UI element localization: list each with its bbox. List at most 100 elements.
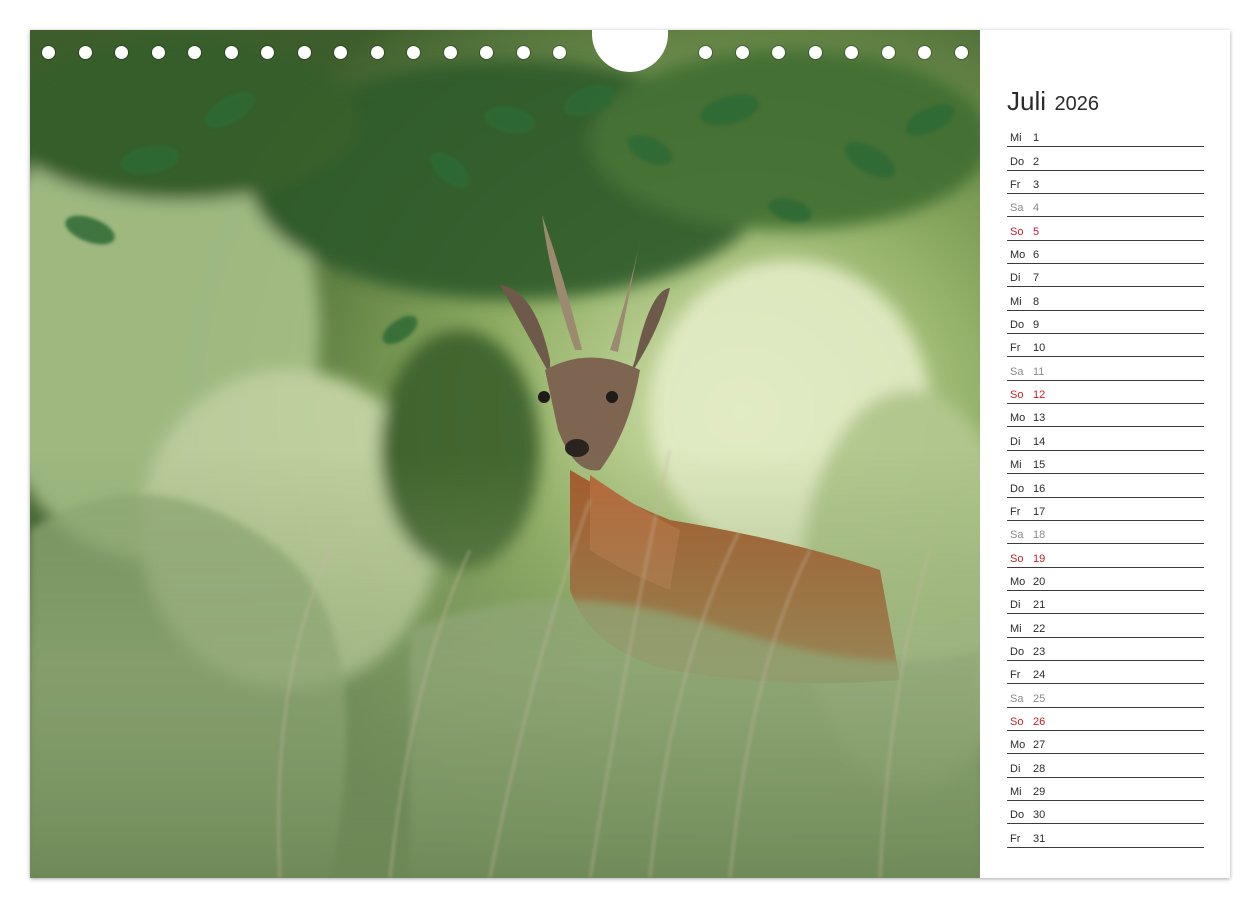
weekday-label: So xyxy=(1010,552,1024,565)
day-row: So 12 xyxy=(1007,381,1204,405)
day-number: 24 xyxy=(1033,669,1046,682)
day-row: Di 7 xyxy=(1007,264,1204,288)
binding-hole xyxy=(881,46,895,59)
binding-hole xyxy=(370,46,384,59)
calendar-panel: Juli 2026 Mi 1 Do 2 Fr 3 Sa 4 So 5 Mo 6 Di 7 Mi 8 Do 9 Fr 1… xyxy=(980,30,1230,878)
binding-hole xyxy=(115,46,128,59)
weekday-label: So xyxy=(1010,389,1024,402)
day-number: 6 xyxy=(1033,249,1040,262)
day-row: Fr 31 xyxy=(1007,824,1204,848)
weekday-label: Do xyxy=(1010,482,1025,495)
day-row: Mo 13 xyxy=(1007,404,1204,428)
day-number: 10 xyxy=(1033,342,1046,355)
day-row: Do 2 xyxy=(1007,147,1204,171)
weekday-label: Di xyxy=(1010,599,1021,612)
binding-hole xyxy=(735,46,749,59)
weekday-label: Sa xyxy=(1010,365,1024,378)
day-number: 26 xyxy=(1033,715,1046,728)
day-row: Mo 27 xyxy=(1007,731,1204,755)
day-row: So 19 xyxy=(1007,544,1204,568)
day-number: 25 xyxy=(1033,692,1046,705)
weekday-label: Mo xyxy=(1010,575,1026,588)
weekday-label: Mo xyxy=(1010,739,1026,752)
weekday-label: Di xyxy=(1010,272,1021,285)
binding-hole xyxy=(78,46,92,59)
day-number: 21 xyxy=(1033,599,1046,612)
day-number: 12 xyxy=(1033,389,1046,402)
day-number: 30 xyxy=(1033,809,1046,822)
day-row: Mi 29 xyxy=(1007,778,1204,801)
day-row: Fr 3 xyxy=(1007,171,1204,195)
day-row: Fr 10 xyxy=(1007,334,1204,358)
weekday-label: Di xyxy=(1010,435,1021,448)
day-row: Mi 1 xyxy=(1007,124,1204,148)
day-number: 2 xyxy=(1033,155,1040,168)
month-name: Juli xyxy=(1007,86,1047,116)
day-number: 13 xyxy=(1033,412,1046,425)
day-number: 5 xyxy=(1033,225,1040,238)
weekday-label: Do xyxy=(1010,155,1025,168)
binding-hole xyxy=(772,46,785,59)
day-row: So 5 xyxy=(1007,217,1204,241)
weekday-label: Mi xyxy=(1010,459,1022,472)
binding-hole xyxy=(334,46,347,59)
day-number: 22 xyxy=(1033,622,1046,635)
day-row: Di 21 xyxy=(1007,591,1204,615)
day-row: Mo 6 xyxy=(1007,241,1204,265)
binding-hole xyxy=(297,46,311,59)
day-row: Di 14 xyxy=(1007,427,1204,451)
weekday-label: Do xyxy=(1010,809,1025,822)
day-list: Mi 1 Do 2 Fr 3 Sa 4 So 5 Mo 6 Di 7 Mi 8 Do 9 Fr 10 Sa 11 So 12 M… xyxy=(1007,124,1204,848)
binding-hole xyxy=(261,46,274,59)
day-number: 4 xyxy=(1033,202,1040,215)
weekday-label: Sa xyxy=(1010,692,1024,705)
weekday-label: Mo xyxy=(1010,412,1026,425)
binding-hole xyxy=(845,46,858,59)
weekday-label: Mi xyxy=(1010,132,1022,145)
day-number: 9 xyxy=(1033,319,1040,332)
binding-hole xyxy=(699,46,712,59)
binding-hole xyxy=(808,46,822,59)
weekday-label: Fr xyxy=(1010,832,1021,845)
day-number: 29 xyxy=(1033,785,1046,798)
calendar-page: Juli 2026 Mi 1 Do 2 Fr 3 Sa 4 So 5 Mo 6 Di 7 Mi 8 Do 9 Fr 1… xyxy=(30,30,1230,878)
day-row: Sa 11 xyxy=(1007,357,1204,381)
weekday-label: Mo xyxy=(1010,249,1026,262)
day-row: Mi 15 xyxy=(1007,451,1204,475)
binding-hole xyxy=(188,46,201,59)
weekday-label: Di xyxy=(1010,762,1021,775)
day-number: 17 xyxy=(1033,505,1046,518)
day-number: 20 xyxy=(1033,575,1046,588)
day-row: Sa 25 xyxy=(1007,684,1204,708)
photo-roe-deer xyxy=(30,30,980,878)
day-number: 8 xyxy=(1033,295,1040,308)
day-row: Di 28 xyxy=(1007,754,1204,778)
binding-hole xyxy=(151,46,165,59)
day-row: Do 30 xyxy=(1007,801,1204,825)
weekday-label: Do xyxy=(1010,319,1025,332)
day-number: 19 xyxy=(1033,552,1046,565)
day-number: 27 xyxy=(1033,739,1046,752)
day-row: Sa 18 xyxy=(1007,521,1204,545)
day-number: 16 xyxy=(1033,482,1046,495)
day-number: 28 xyxy=(1033,762,1046,775)
year: 2026 xyxy=(1054,93,1099,115)
binding-hole xyxy=(918,46,931,59)
photo-illustration xyxy=(30,30,980,878)
binding-hole xyxy=(42,46,55,59)
day-row: Fr 17 xyxy=(1007,498,1204,521)
day-number: 1 xyxy=(1033,132,1040,145)
day-row: Fr 24 xyxy=(1007,661,1204,685)
day-row: Do 23 xyxy=(1007,638,1204,661)
weekday-label: Mi xyxy=(1010,295,1022,308)
day-number: 7 xyxy=(1033,272,1040,285)
day-number: 18 xyxy=(1033,529,1046,542)
weekday-label: Fr xyxy=(1010,179,1021,192)
weekday-label: Mi xyxy=(1010,622,1022,635)
day-number: 3 xyxy=(1033,179,1040,192)
day-number: 31 xyxy=(1033,832,1046,845)
binding-hole xyxy=(954,46,968,59)
day-row: Mo 20 xyxy=(1007,568,1204,591)
weekday-label: Sa xyxy=(1010,529,1024,542)
weekday-label: Fr xyxy=(1010,669,1021,682)
